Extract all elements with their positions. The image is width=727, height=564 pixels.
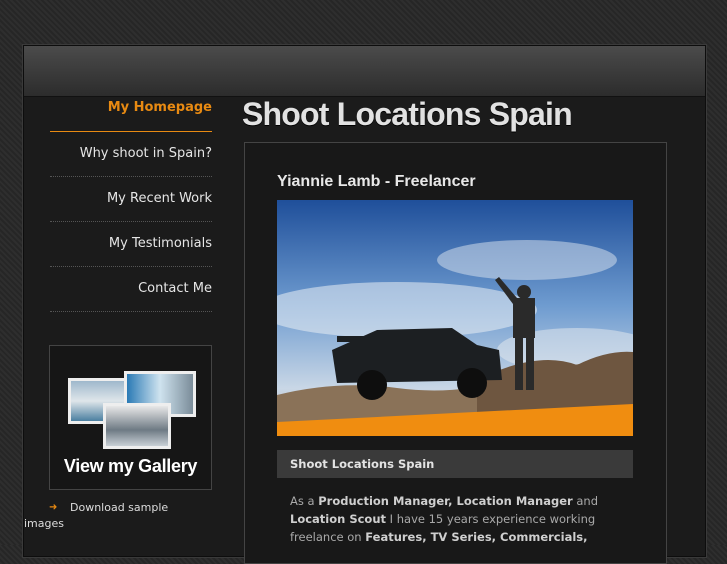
- body-text-run: and: [572, 494, 599, 508]
- sidebar-nav: My Homepage Why shoot in Spain? My Recen…: [50, 96, 212, 312]
- site-title: Shoot Locations Spain: [242, 96, 573, 132]
- arrow-right-icon: ➜: [49, 502, 58, 513]
- hero-photo-image: [277, 200, 633, 436]
- gallery-thumb-image: [103, 403, 171, 449]
- content-panel: Yiannie Lamb - Freelancer Shoot Location…: [244, 142, 667, 564]
- top-bar: [24, 46, 705, 97]
- download-label-line1: Download sample: [70, 501, 169, 514]
- body-bold-run: Features, TV Series, Commercials,: [365, 530, 588, 544]
- caption-bar: Shoot Locations Spain: [277, 450, 633, 478]
- gallery-label: View my Gallery: [63, 456, 198, 476]
- gallery-link[interactable]: View my Gallery: [49, 345, 212, 490]
- body-bold-run: Location Scout: [290, 512, 387, 526]
- nav-item-homepage[interactable]: My Homepage: [50, 96, 212, 132]
- content-subheading: Yiannie Lamb - Freelancer: [277, 173, 476, 190]
- nav-item-recent-work[interactable]: My Recent Work: [50, 177, 212, 222]
- nav-item-why-shoot-spain[interactable]: Why shoot in Spain?: [50, 132, 212, 177]
- download-label-line2: images: [24, 517, 64, 530]
- page-frame: My Homepage Why shoot in Spain? My Recen…: [23, 45, 706, 564]
- nav-item-contact[interactable]: Contact Me: [50, 267, 212, 312]
- nav-item-testimonials[interactable]: My Testimonials: [50, 222, 212, 267]
- body-paragraph: As a Production Manager, Location Manage…: [290, 492, 620, 546]
- body-text-run: As a: [290, 494, 319, 508]
- hero-photo: [277, 200, 633, 436]
- body-bold-run: Production Manager, Location Manager: [318, 494, 573, 508]
